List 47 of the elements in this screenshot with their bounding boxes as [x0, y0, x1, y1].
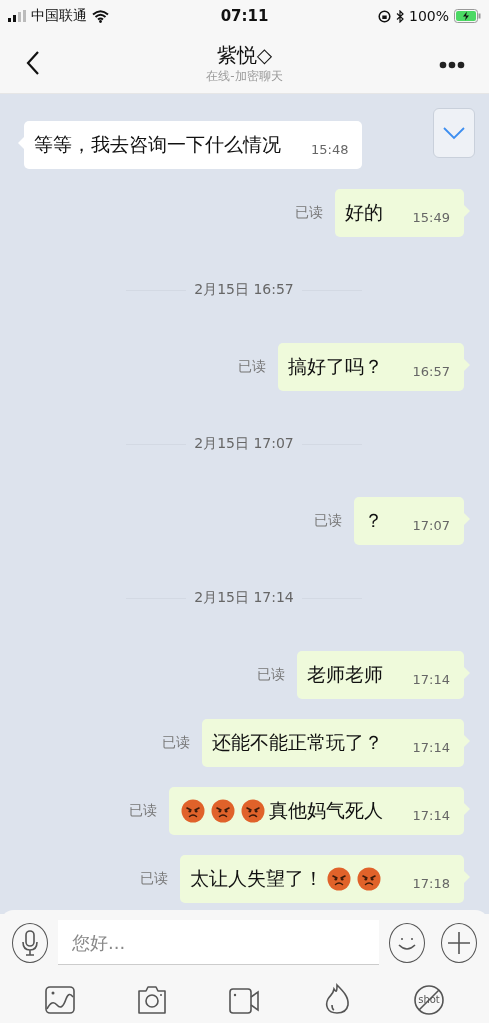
microphone-icon: [20, 928, 40, 957]
message-input[interactable]: 您好...: [58, 920, 379, 965]
message-text: 好的: [344, 200, 383, 225]
battery-percent: 100%: [408, 8, 449, 24]
image-button[interactable]: [44, 983, 77, 1015]
message-time: 17:14: [412, 739, 450, 755]
camera-button[interactable]: [136, 983, 169, 1015]
bluetooth-icon: [395, 9, 404, 23]
carrier-name: 中国联通: [31, 7, 87, 25]
signal-icon: [8, 10, 26, 22]
chat-title: 紫悦◇: [216, 41, 273, 68]
plus-icon: [447, 930, 471, 955]
angry-emoji-icon: [326, 867, 351, 891]
read-receipt: 已读: [294, 204, 323, 222]
angry-emoji-icon: [180, 799, 205, 823]
message-text: 太让人失望了！: [189, 866, 323, 891]
date-label: 2月15日 17:14: [194, 589, 294, 607]
rotation-lock-icon: [377, 9, 391, 23]
message-text: 老师老师: [306, 662, 383, 687]
battery-icon: [454, 9, 481, 23]
read-receipt: 已读: [256, 666, 285, 684]
message-time: 17:14: [412, 807, 450, 823]
date-label: 2月15日 16:57: [194, 281, 294, 299]
date-label: 2月15日 17:07: [194, 435, 294, 453]
angry-emoji-icon: [240, 799, 265, 823]
message-time: 17:07: [412, 517, 450, 533]
message-time: 16:57: [412, 363, 450, 379]
read-receipt: 已读: [313, 512, 342, 530]
read-receipt: 已读: [128, 802, 157, 820]
read-receipt: 已读: [237, 358, 266, 376]
read-receipt: 已读: [139, 870, 168, 888]
wifi-icon: [92, 9, 109, 23]
chevron-down-icon: [442, 126, 466, 140]
message-time: 15:48: [311, 141, 349, 157]
message-text: 等等，我去咨询一下什么情况: [34, 132, 281, 157]
message-time: 15:49: [412, 209, 450, 225]
message-text: 还能不能正常玩了？: [211, 730, 383, 755]
message-text: 真他妈气死人: [268, 798, 383, 823]
message-time: 17:18: [412, 875, 450, 891]
read-receipt: 已读: [161, 734, 190, 752]
clock: 07:11: [220, 7, 269, 25]
angry-emoji-icon: [356, 867, 381, 891]
message-text: 搞好了吗？: [287, 354, 383, 379]
message-text: ？: [363, 508, 383, 533]
message-time: 17:14: [412, 671, 450, 687]
chat-subtitle: 在线-加密聊天: [206, 67, 283, 84]
angry-emoji-icon: [210, 799, 235, 823]
